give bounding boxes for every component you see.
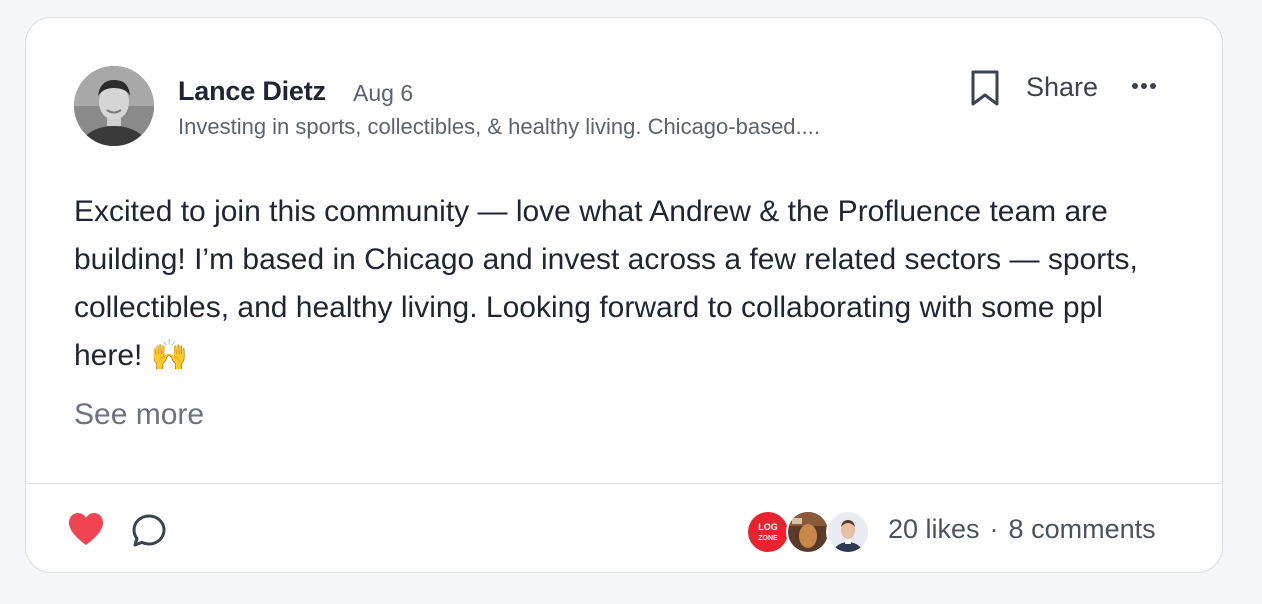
comment-bubble-icon[interactable] — [130, 512, 168, 550]
see-more-link[interactable]: See more — [74, 398, 204, 432]
bookmark-icon[interactable] — [967, 68, 1003, 108]
likes-count[interactable]: 20 likes — [888, 514, 980, 544]
more-horizontal-icon[interactable] — [1126, 74, 1162, 98]
post-card: Lance Dietz Aug 6 Investing in sports, c… — [25, 17, 1223, 573]
post-stats: 20 likes · 8 comments — [888, 514, 1156, 545]
divider — [26, 483, 1222, 484]
comments-count[interactable]: 8 comments — [1009, 514, 1156, 544]
author-bio: Investing in sports, collectibles, & hea… — [178, 114, 820, 139]
share-button[interactable]: Share — [1026, 72, 1098, 103]
liker-avatar-person[interactable] — [826, 510, 870, 554]
svg-text:ZONE: ZONE — [758, 535, 778, 542]
stats-separator: · — [989, 514, 999, 544]
heart-icon[interactable] — [66, 510, 106, 550]
liker-logo-text: LOG — [758, 522, 778, 532]
post-body: Excited to join this community — love wh… — [74, 195, 1138, 372]
liker-avatars[interactable]: LOG ZONE — [746, 510, 870, 554]
liker-avatar-logo[interactable]: LOG ZONE — [746, 510, 790, 554]
post-date: Aug 6 — [353, 80, 414, 106]
author-name[interactable]: Lance Dietz — [178, 76, 326, 107]
author-avatar[interactable] — [74, 66, 154, 146]
liker-avatar-photo[interactable] — [786, 510, 830, 554]
